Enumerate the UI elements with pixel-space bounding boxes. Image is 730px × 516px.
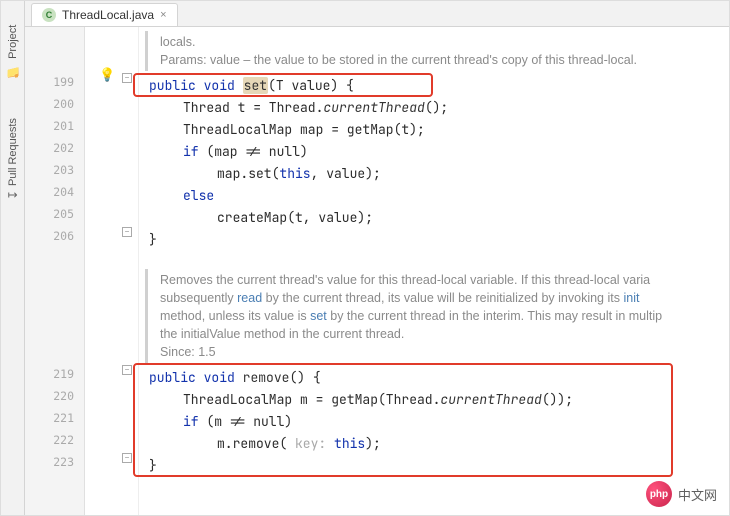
folder-icon: 📁 [6,63,20,78]
line-number: 205 [25,203,84,225]
line-number: 223 [25,451,84,473]
doc-link-init[interactable]: init [623,291,639,305]
watermark-text: 中文网 [678,485,717,504]
line-number: 203 [25,159,84,181]
fold-toggle[interactable]: − [122,365,132,375]
php-logo-icon: php [646,481,672,507]
line-number: 200 [25,93,84,115]
pull-requests-tool-button[interactable]: ↧ Pull Requests [6,118,20,200]
project-tool-button[interactable]: 📁 Project [6,25,20,78]
line-number: 204 [25,181,84,203]
doc-link-read[interactable]: read [237,291,262,305]
editor-tab-bar: C ThreadLocal.java × [25,1,729,27]
line-number: 219 [25,363,84,385]
java-class-icon: C [42,8,56,22]
gutter-icons: 💡 − − − − [85,27,139,515]
tool-window-bar: 📁 Project ↧ Pull Requests [1,1,25,515]
line-number: 220 [25,385,84,407]
line-number: 222 [25,429,84,451]
line-number: 202 [25,137,84,159]
editor-tab-threadlocal[interactable]: C ThreadLocal.java × [31,3,178,26]
doc-since-label: Since: [160,345,195,359]
pull-requests-icon: ↧ [6,190,20,200]
doc-link-set[interactable]: set [310,309,327,323]
doc-params-text: value – the value to be stored in the cu… [207,53,637,67]
tab-filename: ThreadLocal.java [62,8,154,22]
method-set: public void set(T value) { Thread t = Th… [139,75,727,251]
javadoc-block-set: locals. Params: value – the value to be … [145,31,719,71]
line-number-gutter: 199 200 201 202 203 204 205 206 219 220 … [25,27,85,515]
line-number: 221 [25,407,84,429]
fold-toggle[interactable]: − [122,453,132,463]
code-editor[interactable]: locals. Params: value – the value to be … [139,27,727,515]
pull-requests-label: Pull Requests [7,118,19,186]
project-label: Project [7,25,19,59]
fold-toggle[interactable]: − [122,73,132,83]
line-number: 206 [25,225,84,247]
line-number: 199 [25,71,84,93]
fold-toggle[interactable]: − [122,227,132,237]
intention-bulb-icon[interactable]: 💡 [99,67,115,83]
close-icon[interactable]: × [160,9,166,21]
watermark: php 中文网 [642,479,721,509]
javadoc-block-remove: Removes the current thread's value for t… [145,269,719,363]
doc-params-label: Params: [160,53,207,67]
method-remove: public void remove() { ThreadLocalMap m … [139,367,727,477]
doc-text: locals. [160,33,711,51]
line-number: 201 [25,115,84,137]
